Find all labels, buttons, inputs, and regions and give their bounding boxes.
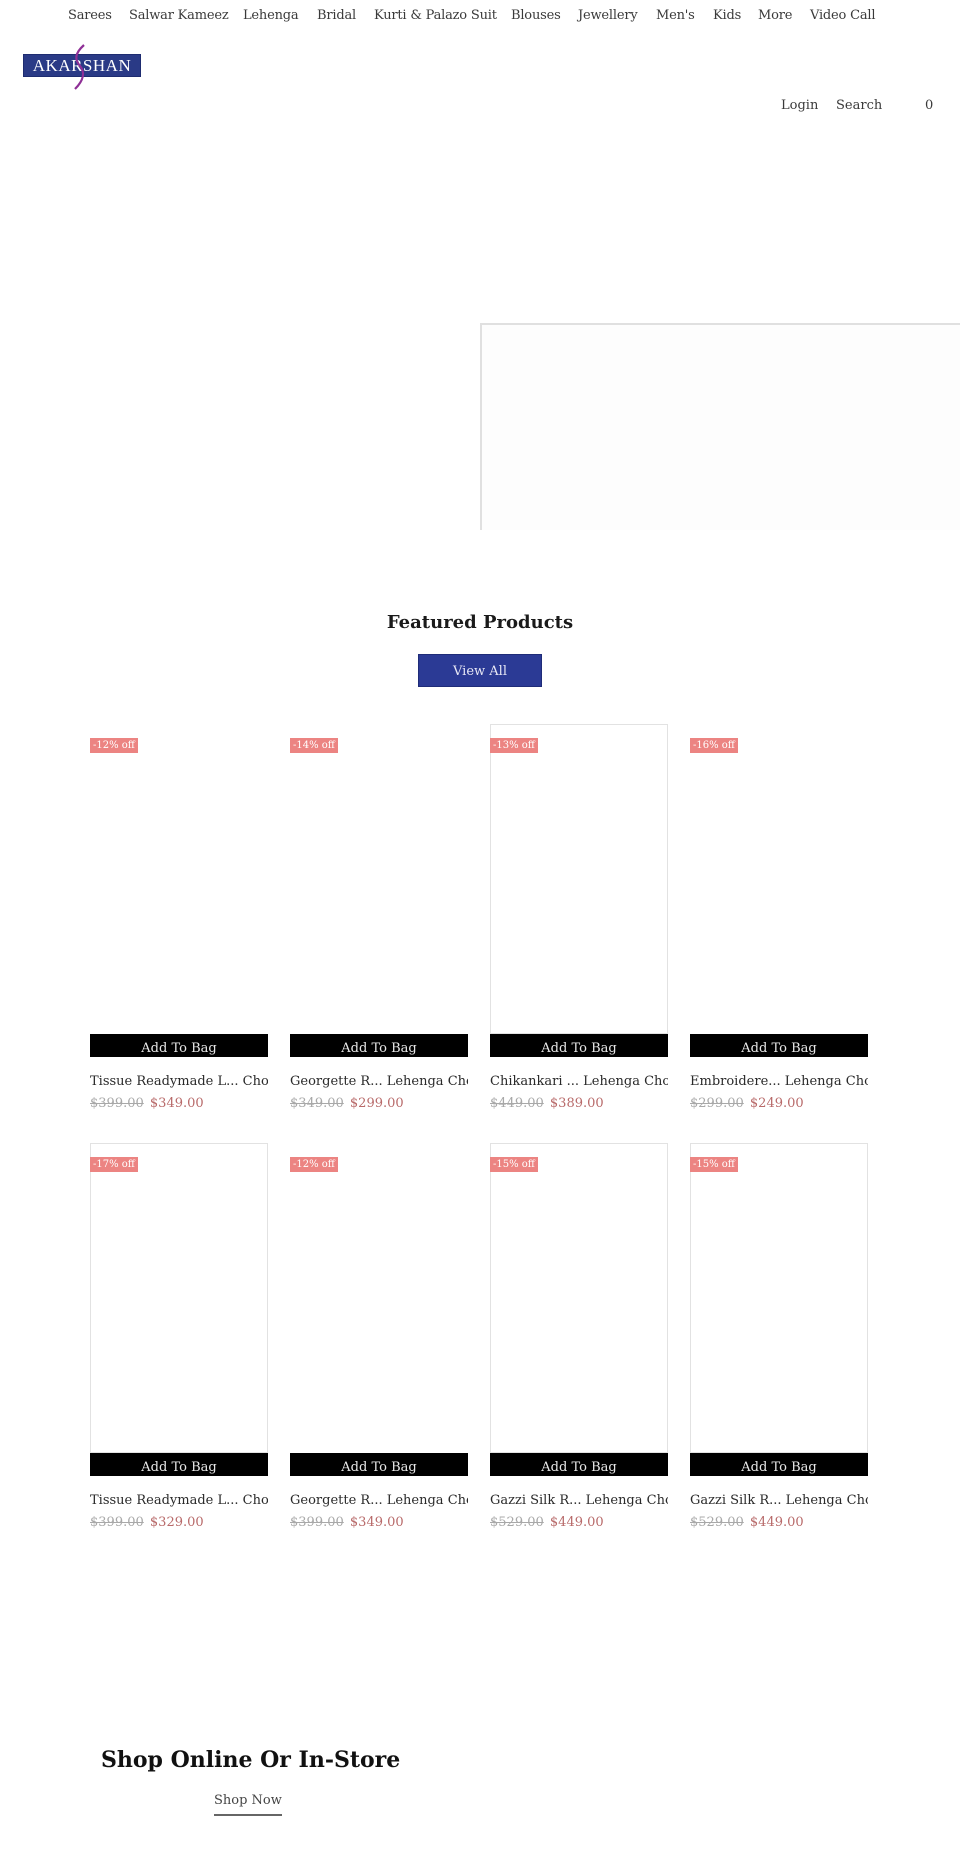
search-link[interactable]: Search	[836, 98, 882, 113]
add-to-bag-button[interactable]: Add To Bag	[90, 1453, 268, 1476]
product-name[interactable]: Tissue Readymade L... Choli	[90, 1074, 268, 1089]
original-price: $399.00	[90, 1515, 144, 1530]
nav-bridal[interactable]: Bridal	[317, 8, 356, 23]
nav-blouses[interactable]: Blouses	[511, 8, 561, 23]
discount-badge: -15% off	[490, 1157, 538, 1172]
product-image[interactable]	[490, 1143, 668, 1453]
discount-badge: -17% off	[90, 1157, 138, 1172]
discount-badge: -12% off	[90, 738, 138, 753]
product-image[interactable]	[290, 724, 468, 1034]
original-price: $449.00	[490, 1096, 544, 1111]
sale-price: $449.00	[749, 1515, 804, 1530]
sale-price: $329.00	[149, 1515, 204, 1530]
add-to-bag-button[interactable]: Add To Bag	[290, 1453, 468, 1476]
sale-price: $349.00	[349, 1515, 404, 1530]
product-name[interactable]: Embroidere... Lehenga Choli	[690, 1074, 868, 1089]
product-name[interactable]: Georgette R... Lehenga Choli	[290, 1074, 468, 1089]
product-name[interactable]: Georgette R... Lehenga Choli	[290, 1493, 468, 1508]
sale-price: $249.00	[749, 1096, 804, 1111]
nav-sarees[interactable]: Sarees	[68, 8, 112, 23]
add-to-bag-button[interactable]: Add To Bag	[690, 1034, 868, 1057]
add-to-bag-button[interactable]: Add To Bag	[90, 1034, 268, 1057]
product-price: $529.00 $449.00	[490, 1515, 604, 1530]
add-to-bag-button[interactable]: Add To Bag	[290, 1034, 468, 1057]
header-actions: Login Search 0	[0, 98, 960, 116]
nav-kids[interactable]: Kids	[713, 8, 741, 23]
discount-badge: -13% off	[490, 738, 538, 753]
product-name[interactable]: Gazzi Silk R... Lehenga Choli	[490, 1493, 668, 1508]
nav-salwar-kameez[interactable]: Salwar Kameez	[129, 8, 229, 23]
discount-badge: -14% off	[290, 738, 338, 753]
original-price: $529.00	[490, 1515, 544, 1530]
add-to-bag-button[interactable]: Add To Bag	[490, 1453, 668, 1476]
hero-banner-frame	[480, 323, 960, 530]
add-to-bag-button[interactable]: Add To Bag	[490, 1034, 668, 1057]
nav-video-call[interactable]: Video Call	[810, 8, 876, 23]
featured-products-title: Featured Products	[386, 612, 574, 633]
cart-count[interactable]: 0	[925, 98, 933, 113]
nav-kurti-palazo-suit[interactable]: Kurti & Palazo Suit	[374, 8, 497, 23]
original-price: $349.00	[290, 1096, 344, 1111]
product-name[interactable]: Tissue Readymade L... Choli	[90, 1493, 268, 1508]
original-price: $399.00	[290, 1515, 344, 1530]
login-link[interactable]: Login	[781, 98, 818, 113]
shop-online-title: Shop Online Or In-Store	[101, 1747, 401, 1773]
product-price: $399.00 $349.00	[90, 1096, 204, 1111]
logo-swoosh-icon	[74, 44, 85, 90]
nav-lehenga[interactable]: Lehenga	[243, 8, 299, 23]
product-name[interactable]: Chikankari ... Lehenga Choli	[490, 1074, 668, 1089]
product-price: $399.00 $349.00	[290, 1515, 404, 1530]
product-price: $529.00 $449.00	[690, 1515, 804, 1530]
discount-badge: -16% off	[690, 738, 738, 753]
nav-mens[interactable]: Men's	[656, 8, 695, 23]
shop-now-link[interactable]: Shop Now	[214, 1793, 282, 1816]
product-image[interactable]	[90, 1143, 268, 1453]
sale-price: $349.00	[149, 1096, 204, 1111]
product-image[interactable]	[490, 724, 668, 1034]
brand-logo[interactable]: AKARSHAN	[23, 44, 141, 90]
sale-price: $449.00	[549, 1515, 604, 1530]
product-price: $349.00 $299.00	[290, 1096, 404, 1111]
nav-jewellery[interactable]: Jewellery	[578, 8, 638, 23]
sale-price: $299.00	[349, 1096, 404, 1111]
product-name[interactable]: Gazzi Silk R... Lehenga Choli	[690, 1493, 868, 1508]
discount-badge: -12% off	[290, 1157, 338, 1172]
product-price: $399.00 $329.00	[90, 1515, 204, 1530]
product-image[interactable]	[290, 1143, 468, 1453]
main-navigation: Sarees Salwar Kameez Lehenga Bridal Kurt…	[0, 8, 960, 30]
product-image[interactable]	[690, 1143, 868, 1453]
view-all-button[interactable]: View All	[418, 654, 542, 687]
product-price: $299.00 $249.00	[690, 1096, 804, 1111]
original-price: $529.00	[690, 1515, 744, 1530]
product-image[interactable]	[90, 724, 268, 1034]
product-image[interactable]	[690, 724, 868, 1034]
original-price: $299.00	[690, 1096, 744, 1111]
original-price: $399.00	[90, 1096, 144, 1111]
discount-badge: -15% off	[690, 1157, 738, 1172]
nav-more[interactable]: More	[758, 8, 792, 23]
add-to-bag-button[interactable]: Add To Bag	[690, 1453, 868, 1476]
sale-price: $389.00	[549, 1096, 604, 1111]
product-price: $449.00 $389.00	[490, 1096, 604, 1111]
